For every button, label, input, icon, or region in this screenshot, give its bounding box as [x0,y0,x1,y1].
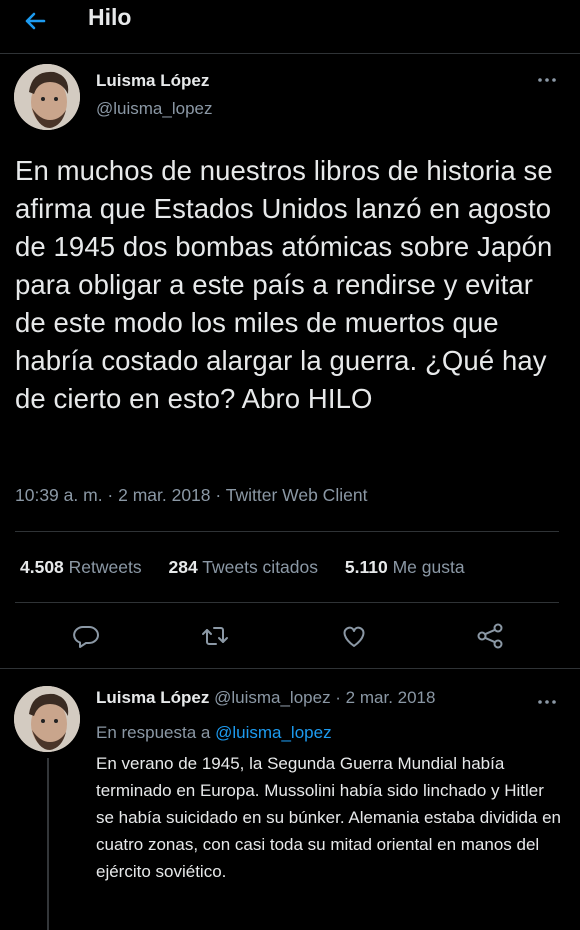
back-arrow-icon[interactable] [18,4,52,38]
more-icon[interactable] [532,692,562,712]
reply-text: En verano de 1945, la Segunda Guerra Mun… [96,754,561,881]
retweets-stat[interactable]: 4.508 Retweets [20,557,142,578]
tweet-meta: 10:39 a. m. · 2 mar. 2018 · Twitter Web … [15,485,368,505]
author-name[interactable]: Luisma López [96,71,209,91]
thread-header: Hilo [0,0,580,54]
page-title: Hilo [88,4,132,30]
divider [15,531,559,532]
reply-icon[interactable] [70,620,102,652]
tweet-text: En muchos de nuestros libros de historia… [15,155,553,414]
divider [15,602,559,603]
likes-stat[interactable]: 5.110 Me gusta [345,557,465,578]
share-icon[interactable] [474,620,506,652]
replying-to: En respuesta a @luisma_lopez [96,723,332,742]
like-icon[interactable] [338,620,370,652]
reply-handle-date[interactable]: @luisma_lopez · 2 mar. 2018 [214,688,435,707]
retweet-icon[interactable] [199,620,231,652]
divider [0,668,580,669]
reply-header: Luisma López @luisma_lopez · 2 mar. 2018 [96,688,435,708]
reply-author-name[interactable]: Luisma López [96,688,209,707]
thread-connector-line [47,758,49,930]
tweet-stats: 4.508 Retweets 284 Tweets citados 5.110 … [20,557,465,578]
avatar[interactable] [14,686,80,752]
avatar[interactable] [14,64,80,130]
replying-to-link[interactable]: @luisma_lopez [215,723,331,742]
more-icon[interactable] [532,70,562,90]
quotes-stat[interactable]: 284 Tweets citados [169,557,319,578]
author-handle[interactable]: @luisma_lopez [96,99,212,119]
